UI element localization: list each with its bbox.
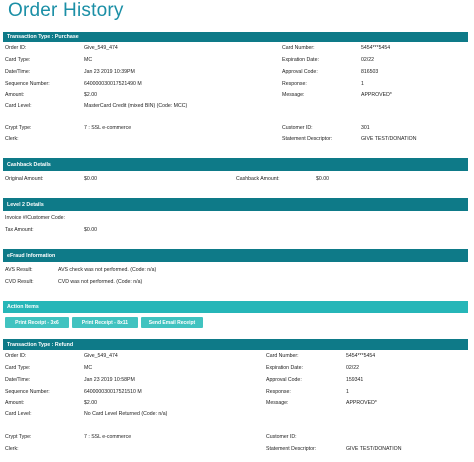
purchase-sequence-label: Sequence Number: (5, 81, 50, 87)
refund-order-id: Give_549_474 (84, 353, 118, 359)
purchase-order-id-label: Order ID: (5, 45, 27, 51)
purchase-approval: 816503 (361, 69, 379, 75)
efraud-avs-label: AVS Result: (5, 267, 33, 273)
refund-card-level: No Card Level Returned (Code: n/a) (84, 411, 168, 417)
purchase-message-label: Message: (282, 92, 305, 98)
refund-message-label: Message: (266, 400, 289, 406)
level2-tax-label: Tax Amount: (5, 227, 34, 233)
refund-message: APPROVED* (346, 400, 377, 406)
cashback-header: Cashback Details (3, 158, 468, 171)
refund-statement-label: Statement Descriptor: (266, 446, 317, 452)
refund-header: Transaction Type : Refund (3, 339, 468, 350)
refund-expiration: 02/22 (346, 365, 359, 371)
efraud-cvd: CVD was not performed. (Code: n/a) (58, 279, 143, 285)
print-receipt-8x11-button[interactable]: Print Receipt - 8x11 (72, 317, 138, 328)
refund-sequence-label: Sequence Number: (5, 389, 50, 395)
refund-crypt-label: Crypt Type: (5, 434, 32, 440)
purchase-amount: $2.00 (84, 92, 97, 98)
refund-response: 1 (346, 389, 349, 395)
refund-amount-label: Amount: (5, 400, 25, 406)
purchase-datetime: Jan 23 2019 10:39PM (84, 69, 135, 75)
purchase-customer-id-label: Customer ID: (282, 125, 313, 131)
level2-header: Level 2 Details (3, 198, 468, 211)
page-title: Order History (8, 0, 124, 21)
purchase-header: Transaction Type : Purchase (3, 32, 468, 42)
purchase-expiration-label: Expiration Date: (282, 57, 319, 63)
refund-card-type-label: Card Type: (5, 365, 31, 371)
purchase-sequence: 640000030017521490 M (84, 81, 142, 87)
purchase-order-id: Give_549_474 (84, 45, 118, 51)
refund-card-number: 5454***5454 (346, 353, 376, 359)
refund-approval-label: Approval Code: (266, 377, 302, 383)
efraud-cvd-label: CVD Result: (5, 279, 34, 285)
purchase-crypt-label: Crypt Type: (5, 125, 32, 131)
refund-clerk-label: Clerk: (5, 446, 19, 452)
refund-sequence: 640000030017521510 M (84, 389, 142, 395)
purchase-customer-id: 301 (361, 125, 370, 131)
purchase-response: 1 (361, 81, 364, 87)
cashback-original-label: Original Amount: (5, 176, 44, 182)
purchase-card-level-label: Card Level: (5, 103, 32, 109)
refund-statement: GIVE TEST/DONATION (346, 446, 402, 452)
purchase-statement-label: Statement Descriptor: (282, 136, 333, 142)
refund-datetime: Jan 23 2019 10:58PM (84, 377, 135, 383)
refund-card-type: MC (84, 365, 93, 371)
cashback-original: $0.00 (84, 176, 97, 182)
level2-tax: $0.00 (84, 227, 97, 233)
refund-card-level-label: Card Level: (5, 411, 32, 417)
cashback-amount: $0.00 (316, 176, 329, 182)
purchase-card-number-label: Card Number: (282, 45, 315, 51)
purchase-card-level: MasterCard Credit (mixed BIN) (Code: MCC… (84, 103, 188, 109)
refund-order-id-label: Order ID: (5, 353, 27, 359)
cashback-amount-label: Cashback Amount: (236, 176, 280, 182)
purchase-amount-label: Amount: (5, 92, 25, 98)
purchase-expiration: 02/22 (361, 57, 374, 63)
refund-crypt: 7 : SSL e-commerce (84, 434, 132, 440)
efraud-avs: AVS check was not performed. (Code: n/a) (58, 267, 157, 273)
purchase-response-label: Response: (282, 81, 307, 87)
refund-approval: 159341 (346, 377, 364, 383)
purchase-card-type: MC (84, 57, 93, 63)
purchase-clerk-label: Clerk: (5, 136, 19, 142)
level2-invoice-label: Invoice #/Customer Code: (5, 215, 65, 221)
refund-customer-id-label: Customer ID: (266, 434, 297, 440)
purchase-card-number: 5454***5454 (361, 45, 391, 51)
refund-card-number-label: Card Number: (266, 353, 299, 359)
refund-response-label: Response: (266, 389, 291, 395)
purchase-message: APPROVED* (361, 92, 392, 98)
purchase-card-type-label: Card Type: (5, 57, 31, 63)
refund-amount: $2.00 (84, 400, 97, 406)
send-email-receipt-button[interactable]: Send Email Receipt (141, 317, 203, 328)
purchase-datetime-label: Date/Time: (5, 69, 31, 75)
purchase-crypt: 7 : SSL e-commerce (84, 125, 132, 131)
actions-header: Action Items (3, 301, 468, 313)
purchase-statement: GIVE TEST/DONATION (361, 136, 417, 142)
refund-datetime-label: Date/Time: (5, 377, 31, 383)
purchase-approval-label: Approval Code: (282, 69, 318, 75)
refund-expiration-label: Expiration Date: (266, 365, 303, 371)
print-receipt-3x6-button[interactable]: Print Receipt - 3x6 (5, 317, 69, 328)
efraud-header: eFraud Information (3, 249, 468, 262)
